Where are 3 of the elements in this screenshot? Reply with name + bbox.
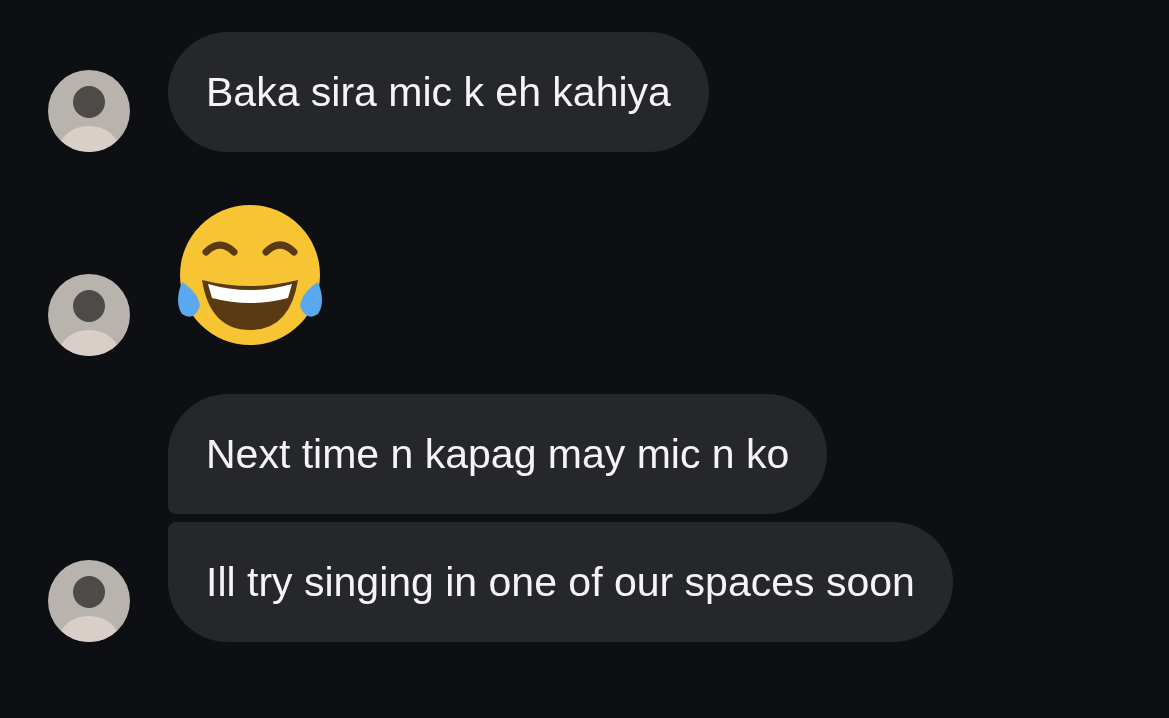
message-bubble: Next time n kapag may mic n ko [168,394,828,514]
message-bubble: Ill try singing in one of our spaces soon [168,522,953,642]
message-bubble: Baka sira mic k eh kahiya [168,32,709,152]
